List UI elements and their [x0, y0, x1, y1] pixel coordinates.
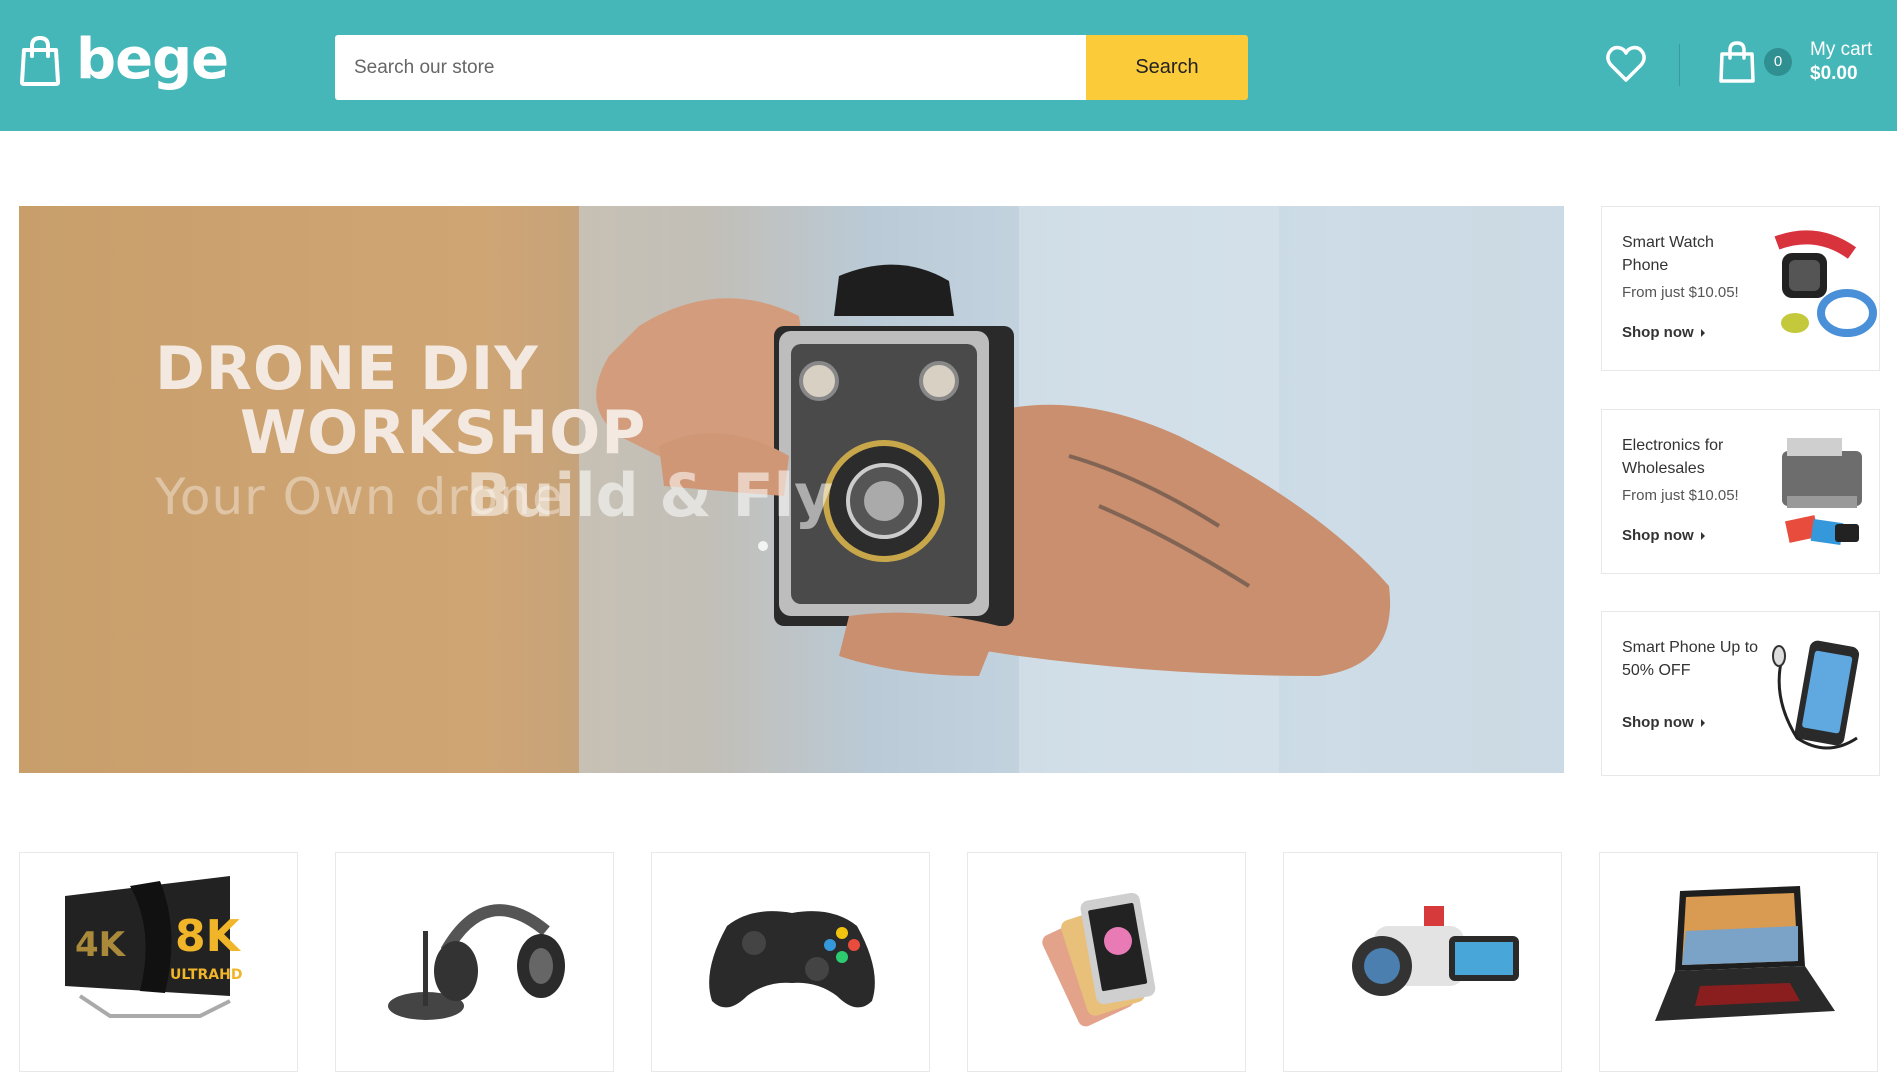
shop-now-link[interactable]: Shop now [1622, 527, 1705, 544]
site-header: bege Search 0 My cart $0.00 [0, 0, 1897, 131]
promo-title: Smart Phone Up to 50% OFF [1622, 639, 1759, 679]
search-button[interactable]: Search [1086, 35, 1248, 100]
caret-right-icon [1700, 328, 1705, 337]
category-tile-laptops[interactable] [1599, 852, 1878, 1072]
caret-right-icon [1700, 531, 1705, 540]
headphones-icon [388, 904, 565, 1020]
cart-bag-icon [1719, 40, 1755, 83]
shop-now-link[interactable]: Shop now [1622, 324, 1705, 341]
smartphone-icon [1042, 892, 1156, 1027]
shop-now-link[interactable]: Shop now [1622, 714, 1705, 731]
mini-cart[interactable]: 0 My cart $0.00 [1718, 38, 1872, 86]
caret-right-icon [1700, 718, 1705, 727]
logo-text: bege [76, 27, 229, 92]
promo-banner-smartphone[interactable]: Smart Phone Up to 50% OFF Shop now [1601, 611, 1880, 776]
promo-price: From just $10.05! [1622, 284, 1739, 301]
hero-heading-line2: WORKSHOP [240, 398, 647, 468]
search-input[interactable] [335, 35, 1086, 100]
category-tile-gamepad[interactable] [651, 852, 930, 1072]
hero-heading-line1: DRONE DIY [155, 334, 539, 404]
promo-banner-smartwatch[interactable]: Smart Watch Phone From just $10.05! Shop… [1601, 206, 1880, 371]
cart-count-badge: 0 [1764, 47, 1792, 76]
shop-now-label: Shop now [1622, 714, 1694, 731]
category-tile-camcorders[interactable] [1283, 852, 1562, 1072]
hero-subheading-overlay: Build & Fly [466, 461, 834, 531]
promo-banner-electronics[interactable]: Electronics for Wholesales From just $10… [1601, 409, 1880, 574]
header-divider [1679, 44, 1680, 86]
shop-now-label: Shop now [1622, 324, 1694, 341]
camcorder-icon [1352, 906, 1519, 996]
cart-total: $0.00 [1810, 62, 1858, 84]
promo-title: Smart Watch Phone [1622, 234, 1714, 274]
svg-text:ULTRAHD: ULTRAHD [170, 967, 242, 983]
printer-icon [1782, 438, 1862, 545]
shop-now-label: Shop now [1622, 527, 1694, 544]
laptop-icon [1655, 886, 1835, 1021]
category-tile-smartphones[interactable] [967, 852, 1246, 1072]
logo[interactable]: bege [18, 27, 229, 92]
cart-label: My cart [1810, 39, 1873, 60]
promo-price: From just $10.05! [1622, 487, 1739, 504]
wishlist-heart-icon[interactable] [1604, 42, 1648, 86]
category-tile-tv[interactable]: 8K ULTRAHD 4K [19, 852, 298, 1072]
svg-text:8K: 8K [175, 911, 242, 962]
category-tile-headphones[interactable] [335, 852, 614, 1072]
svg-text:4K: 4K [75, 925, 127, 965]
promo-title: Electronics for Wholesales [1622, 437, 1724, 477]
tv-8k-icon: 8K ULTRAHD 4K [65, 876, 242, 1018]
shopping-bag-icon [20, 35, 60, 86]
smartwatch-icon [1774, 230, 1877, 337]
hero-banner[interactable]: DRONE DIY WORKSHOP Your Own drone Build … [19, 206, 1564, 773]
search-form: Search [335, 35, 1248, 100]
gamepad-icon [709, 911, 875, 1008]
smartphone-earphones-icon [1772, 640, 1860, 750]
